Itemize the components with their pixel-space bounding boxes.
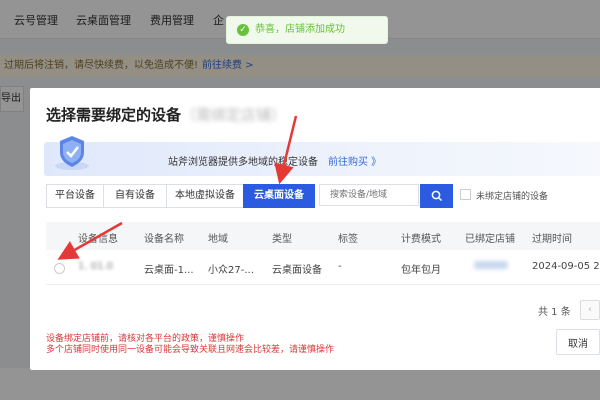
unbound-filter[interactable]: 未绑定店铺的设备 — [460, 189, 548, 202]
toast-message: 恭喜，店铺添加成功 — [255, 24, 345, 35]
banner-text: 站斧浏览器提供多地域的稳定设备 — [168, 157, 318, 168]
tab-cloud-desktop-device[interactable]: 云桌面设备 — [243, 184, 315, 208]
unbound-checkbox-label: 未绑定店铺的设备 — [476, 192, 549, 202]
cell-device-name: 云桌面-1... — [144, 265, 194, 276]
col-type: 类型 — [272, 234, 292, 245]
col-device-name: 设备名称 — [144, 234, 184, 245]
pagination: 共 1 条 ‹ — [538, 300, 600, 320]
col-expiry: 过期时间 — [532, 234, 572, 245]
cell-type: 云桌面设备 — [272, 265, 322, 276]
search-icon — [431, 190, 442, 202]
cloud-shield-icon — [55, 136, 89, 170]
pager-prev-button[interactable]: ‹ — [580, 300, 600, 320]
buy-link[interactable]: 前往购买 》 — [328, 153, 381, 168]
search-input[interactable] — [319, 184, 419, 206]
row-select-radio[interactable] — [54, 263, 65, 274]
table-header: 设备信息 设备名称 地域 类型 标签 计费模式 已绑定店铺 过期时间 — [46, 222, 600, 250]
dialog-title: 选择需要绑定的设备（需绑定店铺） — [46, 104, 286, 125]
cell-bound-store — [474, 261, 508, 272]
col-tag: 标签 — [338, 234, 358, 245]
bind-device-dialog: 选择需要绑定的设备（需绑定店铺） 站斧浏览器提供多地域的稳定设备 前往购买 》 … — [30, 88, 600, 370]
tab-local-virtual-device[interactable]: 本地虚拟设备 — [166, 184, 244, 208]
col-bound-store: 已绑定店铺 — [465, 234, 515, 245]
col-device-info: 设备信息 — [78, 234, 118, 245]
success-toast: ✓ 恭喜，店铺添加成功 — [226, 16, 388, 44]
check-circle-icon: ✓ — [237, 24, 249, 36]
cancel-button[interactable]: 取消 — [556, 329, 600, 355]
dialog-title-blurred: （需绑定店铺） — [181, 106, 287, 124]
cell-billing-mode: 包年包月 — [401, 265, 441, 276]
col-region: 地域 — [208, 234, 228, 245]
tab-own-device[interactable]: 自有设备 — [103, 184, 167, 208]
tab-platform-device[interactable]: 平台设备 — [46, 184, 104, 208]
cell-region: 小众27-... — [208, 265, 254, 276]
search-button[interactable] — [420, 184, 453, 208]
cell-tag: - — [338, 261, 342, 272]
unbound-checkbox[interactable] — [460, 189, 471, 200]
cell-expiry: 2024-09-05 20 — [532, 261, 600, 272]
table-row[interactable]: 1. 01.0 云桌面-1... 小众27-... 云桌面设备 - 包年包月 2… — [46, 250, 600, 285]
col-billing-mode: 计费模式 — [401, 234, 441, 245]
pager-total: 共 1 条 — [538, 307, 571, 318]
warning-line-2: 多个店铺同时使用同一设备可能会导致关联且网速会比较差，请谨慎操作 — [46, 345, 335, 355]
cell-device-info: 1. 01.0 — [78, 261, 113, 272]
dialog-title-text: 选择需要绑定的设备 — [46, 106, 182, 124]
bound-store-redacted — [474, 261, 508, 269]
promo-banner: 站斧浏览器提供多地域的稳定设备 前往购买 》 — [44, 136, 600, 176]
